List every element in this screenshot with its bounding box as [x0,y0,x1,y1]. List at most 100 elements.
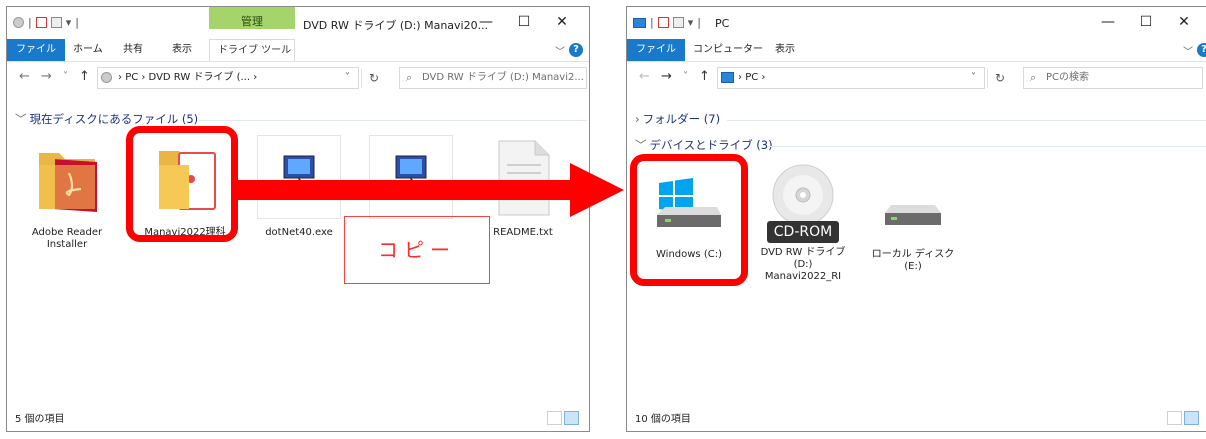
copy-arrow-icon [232,163,624,217]
separator: | [75,16,79,29]
folder-adobe-icon [25,135,109,219]
context-tab-manage[interactable]: 管理 [209,7,295,29]
address-dropdown-icon[interactable]: ˅ [345,68,350,88]
new-folder-icon[interactable] [50,17,62,28]
minimize-button[interactable]: — [1089,11,1127,33]
forward-icon[interactable]: → [41,69,52,84]
up-icon[interactable]: ↑ [699,69,710,84]
minimize-button[interactable]: — [467,11,505,33]
tab-view[interactable]: 表示 [767,39,803,61]
view-switcher [547,411,581,425]
cd-rom-badge: CD-ROM [767,221,839,243]
highlight-frame-target [630,154,748,286]
recent-dropdown-icon[interactable]: ˅ [683,71,688,82]
left-explorer-window: | ▾ | 管理 DVD RW ドライブ (D:) Manavi20... — … [6,6,590,432]
back-icon[interactable]: ← [639,69,650,84]
quick-access-toolbar: | ▾ | [13,16,79,29]
details-view-button[interactable] [547,411,562,425]
tab-home[interactable]: ホーム [65,39,111,61]
ribbon-expand-icon[interactable]: ﹀ [1183,43,1193,58]
ribbon-expand-icon[interactable]: ﹀ [555,43,565,58]
window-controls: — ☐ ✕ [467,11,581,33]
refresh-icon[interactable]: ↻ [361,68,386,88]
refresh-icon[interactable]: ↻ [987,68,1012,88]
maximize-button[interactable]: ☐ [505,11,543,33]
details-view-button[interactable] [1167,411,1182,425]
drive-label-line3: Manavi2022_RI [764,271,842,282]
address-bar[interactable]: › PC › DVD RW ドライブ (... › ˅ [97,67,359,89]
help-icon[interactable]: ? [569,43,583,57]
window-title: DVD RW ドライブ (D:) Manavi20... [303,19,489,32]
properties-icon[interactable] [35,17,47,28]
view-switcher [1167,411,1201,425]
address-path-text: PC › DVD RW ドライブ (... › [125,72,258,83]
separator: | [697,16,701,29]
tab-file[interactable]: ファイル [7,39,65,61]
pc-icon [633,17,646,28]
navigation-bar: ← → ˅ ↑ › PC › DVD RW ドライブ (... › ˅ ↻ ⌕ … [7,63,589,93]
file-label: README.txt [493,227,553,238]
maximize-button[interactable]: ☐ [1127,11,1165,33]
tab-file[interactable]: ファイル [627,39,685,61]
pc-icon [721,72,734,83]
up-icon[interactable]: ↑ [79,69,90,84]
drive-label-line1: ローカル ディスク [871,249,955,260]
address-bar[interactable]: › PC › ˅ [717,67,985,89]
file-label: dotNet40.exe [265,227,333,238]
properties-icon[interactable] [657,17,669,28]
new-folder-icon[interactable] [672,17,684,28]
status-bar-count: 10 個の項目 [635,414,691,425]
highlight-frame-source [126,126,238,242]
search-placeholder: PCの検索 [1046,72,1090,83]
group-divider [767,146,1206,147]
drive-label-line2: (E:) [904,261,922,272]
forward-icon[interactable]: → [661,69,672,84]
group-header-files[interactable]: ﹀ 現在ディスクにあるファイル (5) [15,111,198,127]
large-icons-view-button[interactable] [1184,411,1199,425]
collapse-chevron-icon: ﹀ [15,112,27,126]
copy-annotation-label: コピー [344,216,490,284]
recent-dropdown-icon[interactable]: ˅ [63,71,68,82]
drive-icon [13,17,24,28]
search-icon: ⌕ [406,71,413,84]
title-bar: | ▾ | 管理 DVD RW ドライブ (D:) Manavi20... — … [7,7,589,39]
tab-share[interactable]: 共有 [115,39,151,61]
ribbon-tabs: ファイル コンピューター 表示 ﹀ ? [627,39,1206,62]
large-icons-view-button[interactable] [564,411,579,425]
drive-icon [101,72,112,83]
help-icon[interactable]: ? [1197,43,1206,57]
group-label: 現在ディスクにあるファイル (5) [29,112,199,126]
group-header-folders[interactable]: › フォルダー (7) [635,111,720,127]
group-header-devices[interactable]: ﹀ デバイスとドライブ (3) [635,137,773,153]
drive-label-line2: (D:) [793,259,813,270]
group-divider [199,120,587,121]
file-item[interactable]: Adobe Reader Installer [23,135,111,251]
navigation-bar: ← → ˅ ↑ › PC › ˅ ↻ ⌕ PCの検索 [627,63,1206,93]
search-input[interactable]: ⌕ DVD RW ドライブ (D:) Manavi2... [399,67,587,89]
back-icon[interactable]: ← [19,69,30,84]
group-divider [727,120,1206,121]
window-controls: — ☐ ✕ [1089,11,1203,33]
search-input[interactable]: ⌕ PCの検索 [1023,67,1203,89]
status-bar-count: 5 個の項目 [15,414,65,425]
address-dropdown-icon[interactable]: ˅ [971,68,976,88]
drive-item[interactable]: CD-ROM DVD RW ドライブ (D:) Manavi2022_RI [755,163,851,283]
group-label: デバイスとドライブ (3) [649,138,773,152]
ribbon-tabs: ファイル ホーム 共有 表示 ドライブ ツール ﹀ ? [7,39,589,62]
expand-chevron-icon: › [635,112,640,126]
quick-access-toolbar: | ▾ | [633,16,701,29]
customize-qa-icon[interactable]: ▾ [66,16,72,29]
group-label: フォルダー (7) [642,112,721,126]
collapse-chevron-icon: ﹀ [635,138,647,152]
tab-drive-tools[interactable]: ドライブ ツール [209,39,295,61]
tab-view[interactable]: 表示 [164,39,200,61]
drive-label-line1: DVD RW ドライブ [760,247,846,258]
drive-item[interactable]: ローカル ディスク (E:) [865,167,961,273]
separator: | [28,16,32,29]
close-button[interactable]: ✕ [1165,11,1203,33]
search-placeholder: DVD RW ドライブ (D:) Manavi2... [422,72,584,83]
customize-qa-icon[interactable]: ▾ [688,16,694,29]
search-icon: ⌕ [1030,71,1037,84]
close-button[interactable]: ✕ [543,11,581,33]
tab-computer[interactable]: コンピューター [685,39,771,61]
